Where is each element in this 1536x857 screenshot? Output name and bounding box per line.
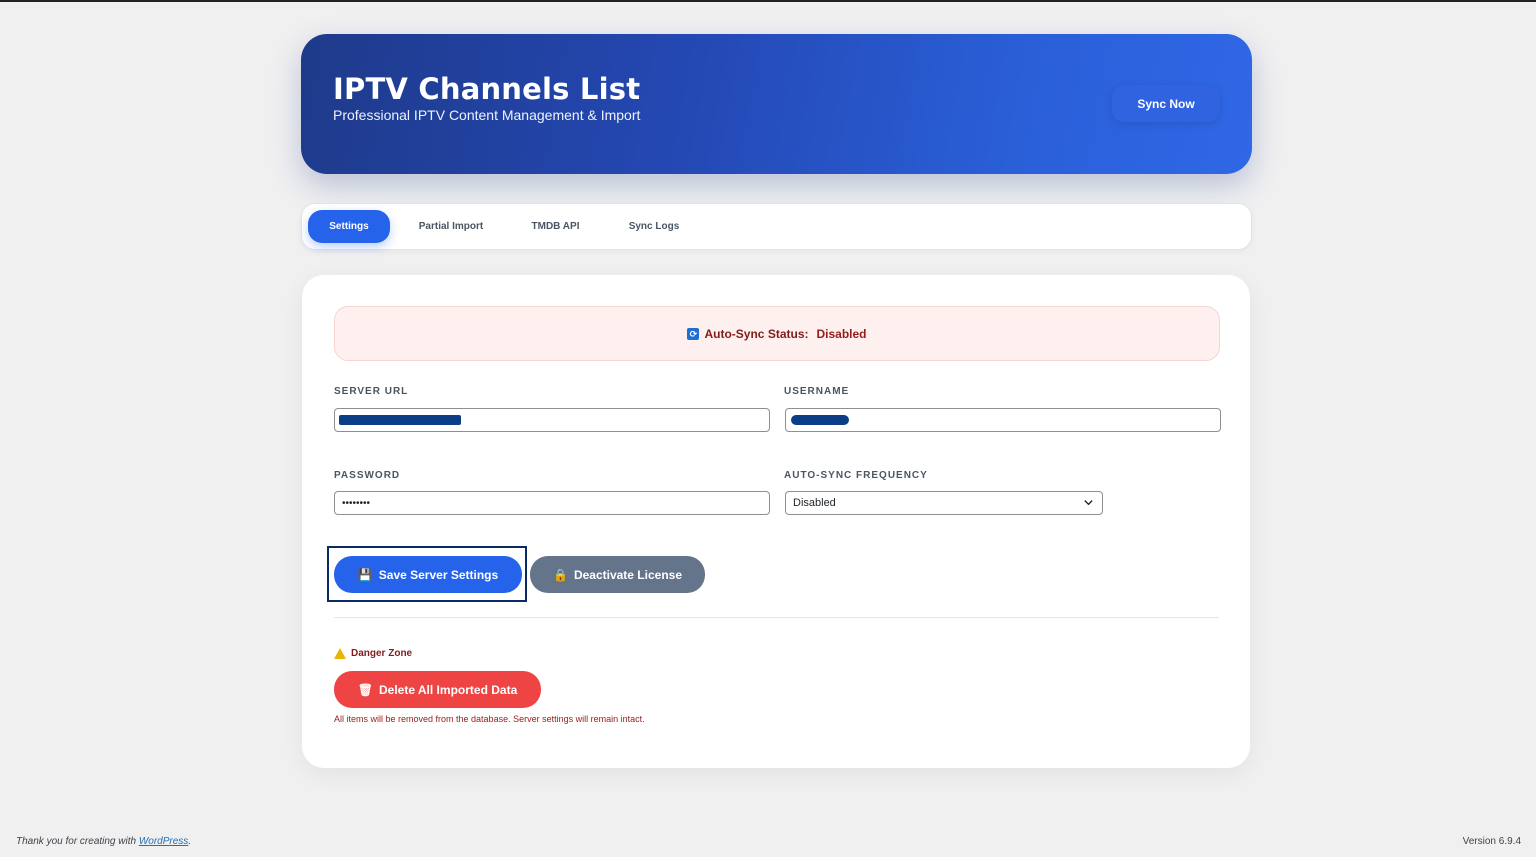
auto-sync-status-banner: ⟳ Auto-Sync Status: Disabled <box>334 306 1220 361</box>
plugin-container: IPTV Channels List Professional IPTV Con… <box>301 34 1252 768</box>
delete-all-imported-data-button[interactable]: 🗑 Delete All Imported Data <box>334 671 541 708</box>
server-url-label: SERVER URL <box>334 386 409 397</box>
auto-sync-frequency-label: AUTO-SYNC FREQUENCY <box>784 470 928 481</box>
trash-icon: 🗑 <box>357 682 373 697</box>
status-label: Auto-Sync Status: <box>704 326 809 341</box>
delete-button-label: Delete All Imported Data <box>378 682 518 697</box>
warning-icon <box>334 648 346 659</box>
chevron-down-icon <box>1084 500 1093 506</box>
floppy-disk-icon: 💾 <box>357 567 373 582</box>
tab-tmdb-api[interactable]: TMDB API <box>520 210 591 243</box>
tab-bar: Settings Partial Import TMDB API Sync Lo… <box>301 203 1252 250</box>
footer-version: Version 6.9.4 <box>1462 836 1521 847</box>
danger-zone-heading: Danger Zone <box>334 648 412 659</box>
section-divider <box>334 617 1219 618</box>
deactivate-license-button[interactable]: 🔒 Deactivate License <box>530 556 705 593</box>
page-subtitle: Professional IPTV Content Management & I… <box>333 107 641 123</box>
status-value: Disabled <box>816 326 867 341</box>
password-label: PASSWORD <box>334 470 401 481</box>
footer-thanks-text: Thank you for creating with <box>16 836 137 847</box>
auto-sync-frequency-select[interactable]: Disabled <box>785 491 1103 515</box>
password-field[interactable]: •••••••• <box>334 491 770 515</box>
danger-zone-note: All items will be removed from the datab… <box>334 714 645 724</box>
wordpress-link[interactable]: WordPress <box>139 836 188 847</box>
plugin-header: IPTV Channels List Professional IPTV Con… <box>301 34 1252 174</box>
settings-card: ⟳ Auto-Sync Status: Disabled SERVER URL … <box>302 275 1250 768</box>
tab-partial-import[interactable]: Partial Import <box>407 210 495 243</box>
redacted-value <box>339 415 461 425</box>
server-url-field[interactable] <box>334 408 770 432</box>
username-label: USERNAME <box>784 386 850 397</box>
admin-top-border <box>0 0 1536 2</box>
lock-icon: 🔒 <box>552 567 568 582</box>
footer-credit: Thank you for creating with WordPress. <box>16 836 192 847</box>
deactivate-button-label: Deactivate License <box>573 567 682 582</box>
page-title: IPTV Channels List <box>333 72 641 106</box>
username-field[interactable] <box>785 408 1221 432</box>
tab-settings[interactable]: Settings <box>308 210 390 243</box>
save-server-settings-button[interactable]: 💾 Save Server Settings <box>334 556 522 593</box>
tab-sync-logs[interactable]: Sync Logs <box>618 210 690 243</box>
sync-now-button[interactable]: Sync Now <box>1112 85 1220 122</box>
save-button-label: Save Server Settings <box>378 567 499 582</box>
sync-icon: ⟳ <box>687 327 700 340</box>
danger-zone-label: Danger Zone <box>351 648 413 659</box>
frequency-selected-value: Disabled <box>793 497 836 509</box>
redacted-value <box>791 415 849 425</box>
